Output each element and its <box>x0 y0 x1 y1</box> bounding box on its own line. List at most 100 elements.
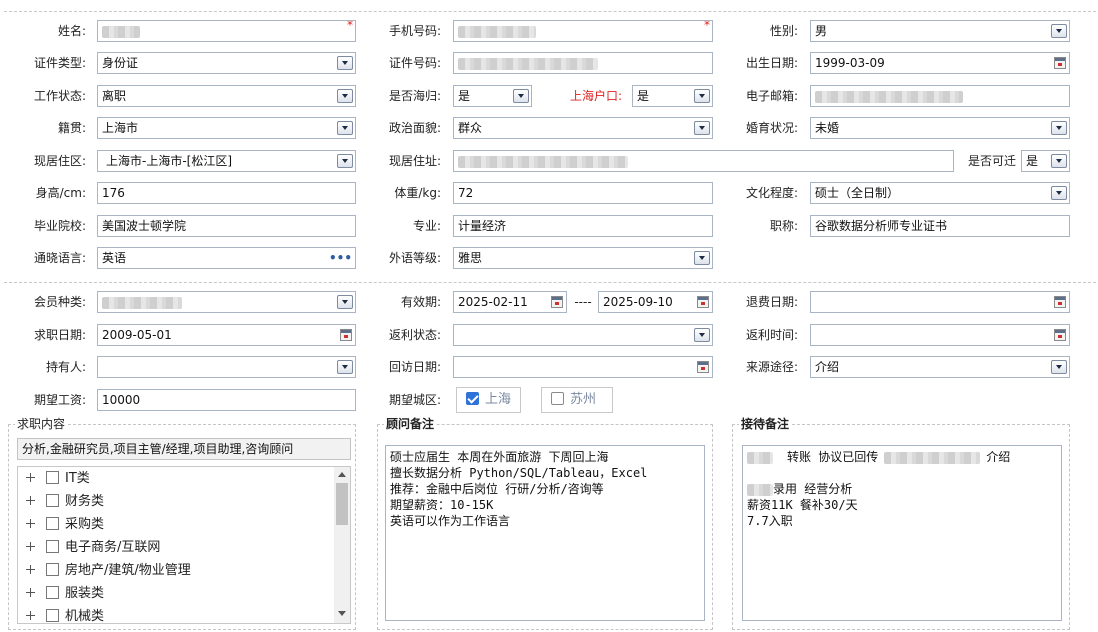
major-input[interactable]: 计量经济 <box>453 215 713 237</box>
calendar-icon[interactable] <box>1054 57 1066 69</box>
returnee-select[interactable]: 是 <box>453 85 532 107</box>
advisor-notes-textarea[interactable]: 硕士应届生 本周在外面旅游 下周回上海 擅长数据分析 Python/SQL/Ta… <box>385 445 705 621</box>
weight-input[interactable]: 72 <box>453 182 713 204</box>
plus-icon[interactable] <box>26 542 35 551</box>
rebate-time-input[interactable] <box>810 324 1070 346</box>
checkbox-icon[interactable] <box>46 563 59 576</box>
source-value: 介绍 <box>815 360 840 374</box>
checkbox-icon[interactable] <box>46 609 59 622</box>
native-place-select[interactable]: 上海市 <box>97 117 356 139</box>
city-option-shanghai[interactable]: 上海 <box>456 387 521 413</box>
name-input[interactable]: * <box>97 20 356 42</box>
shanghai-hukou-select[interactable]: 是 <box>632 85 713 107</box>
plus-icon[interactable] <box>26 496 35 505</box>
education-value: 硕士（全日制） <box>815 186 900 200</box>
plus-icon[interactable] <box>26 588 35 597</box>
tree-item[interactable]: 电子商务/互联网 <box>26 536 160 559</box>
calendar-icon[interactable] <box>697 296 709 308</box>
validity-end-input[interactable]: 2025-09-10 <box>598 291 713 313</box>
language-input[interactable]: 英语 ••• <box>97 247 356 269</box>
tree-item[interactable]: 机械类 <box>26 605 104 623</box>
education-select[interactable]: 硕士（全日制） <box>810 182 1070 204</box>
reception-notes-textarea[interactable]: 转账 协议已回传 介绍 录用 经营分析 薪资11K 餐补30/天 7.7入职 <box>742 445 1062 621</box>
chevron-down-icon[interactable] <box>1051 121 1067 135</box>
political-status-value: 群众 <box>458 121 483 135</box>
job-content-panel: 求职内容 分析,金融研究员,项目主管/经理,项目助理,咨询顾问 IT类 财务类 … <box>8 417 356 630</box>
checkbox-icon[interactable] <box>46 494 59 507</box>
tree-item[interactable]: IT类 <box>26 467 90 490</box>
relocatable-select[interactable]: 是 <box>1021 150 1070 172</box>
calendar-icon[interactable] <box>697 361 709 373</box>
school-input[interactable]: 美国波士顿学院 <box>97 215 356 237</box>
checkbox-icon[interactable] <box>46 471 59 484</box>
expected-salary-input[interactable]: 10000 <box>97 389 356 411</box>
birth-date-input[interactable]: 1999-03-09 <box>810 52 1070 74</box>
plus-icon[interactable] <box>26 611 35 620</box>
scroll-down-icon[interactable] <box>338 611 346 616</box>
member-type-select[interactable] <box>97 291 356 313</box>
calendar-icon[interactable] <box>1054 329 1066 341</box>
calendar-icon[interactable] <box>1054 296 1066 308</box>
refund-date-input[interactable] <box>810 291 1070 313</box>
chevron-down-icon[interactable] <box>1051 24 1067 38</box>
current-address-input[interactable] <box>453 150 954 172</box>
chevron-down-icon[interactable] <box>337 295 353 309</box>
chevron-down-icon[interactable] <box>337 56 353 70</box>
political-status-select[interactable]: 群众 <box>453 117 713 139</box>
visit-date-input[interactable] <box>453 356 713 378</box>
chevron-down-icon[interactable] <box>337 89 353 103</box>
plus-icon[interactable] <box>26 473 35 482</box>
job-content-summary[interactable]: 分析,金融研究员,项目主管/经理,项目助理,咨询顾问 <box>17 438 351 460</box>
calendar-icon[interactable] <box>340 329 352 341</box>
marital-status-select[interactable]: 未婚 <box>810 117 1070 139</box>
gender-select[interactable]: 男 <box>810 20 1070 42</box>
chevron-down-icon[interactable] <box>694 121 710 135</box>
source-select[interactable]: 介绍 <box>810 356 1070 378</box>
plus-icon[interactable] <box>26 565 35 574</box>
chevron-down-icon[interactable] <box>337 360 353 374</box>
chevron-down-icon[interactable] <box>694 89 710 103</box>
scrollbar-thumb[interactable] <box>336 483 348 525</box>
weight-value: 72 <box>458 186 474 200</box>
id-number-label: 证件号码: <box>388 56 441 70</box>
chevron-down-icon[interactable] <box>1051 186 1067 200</box>
tree-item-label: 采购类 <box>65 517 105 532</box>
job-date-input[interactable]: 2009-05-01 <box>97 324 356 346</box>
id-type-select[interactable]: 身份证 <box>97 52 356 74</box>
tree-item[interactable]: 采购类 <box>26 513 104 536</box>
city-option-suzhou[interactable]: 苏州 <box>541 387 613 413</box>
plus-icon[interactable] <box>26 519 35 528</box>
id-number-input[interactable] <box>453 52 713 74</box>
chevron-down-icon[interactable] <box>513 89 529 103</box>
chevron-down-icon[interactable] <box>337 121 353 135</box>
scroll-up-icon[interactable] <box>338 472 346 477</box>
calendar-icon[interactable] <box>551 296 563 308</box>
chevron-down-icon[interactable] <box>694 328 710 342</box>
tree-item[interactable]: 服装类 <box>26 582 104 605</box>
checkbox-icon[interactable] <box>46 586 59 599</box>
phone-input[interactable]: * <box>453 20 713 42</box>
school-label: 毕业院校: <box>33 219 86 233</box>
checkbox-icon[interactable] <box>46 517 59 530</box>
rebate-status-select[interactable] <box>453 324 713 346</box>
chevron-down-icon[interactable] <box>1051 360 1067 374</box>
holder-select[interactable] <box>97 356 356 378</box>
checkbox-icon[interactable] <box>46 540 59 553</box>
language-level-select[interactable]: 雅思 <box>453 247 713 269</box>
rebate-status-label: 返利状态: <box>388 328 441 342</box>
title-input[interactable]: 谷歌数据分析师专业证书 <box>810 215 1070 237</box>
chevron-down-icon[interactable] <box>1051 154 1067 168</box>
tree-scrollbar[interactable] <box>334 467 350 623</box>
checkbox-icon[interactable] <box>551 392 564 405</box>
tree-item[interactable]: 财务类 <box>26 490 104 513</box>
tree-item[interactable]: 房地产/建筑/物业管理 <box>26 559 191 582</box>
current-area-select[interactable]: 上海市-上海市-[松江区] <box>97 150 356 172</box>
email-input[interactable] <box>810 85 1070 107</box>
validity-start-input[interactable]: 2025-02-11 <box>453 291 567 313</box>
checkbox-icon[interactable] <box>466 392 479 405</box>
height-input[interactable]: 176 <box>97 182 356 204</box>
ellipsis-icon[interactable]: ••• <box>329 248 352 268</box>
work-status-select[interactable]: 离职 <box>97 85 356 107</box>
chevron-down-icon[interactable] <box>694 251 710 265</box>
chevron-down-icon[interactable] <box>337 154 353 168</box>
